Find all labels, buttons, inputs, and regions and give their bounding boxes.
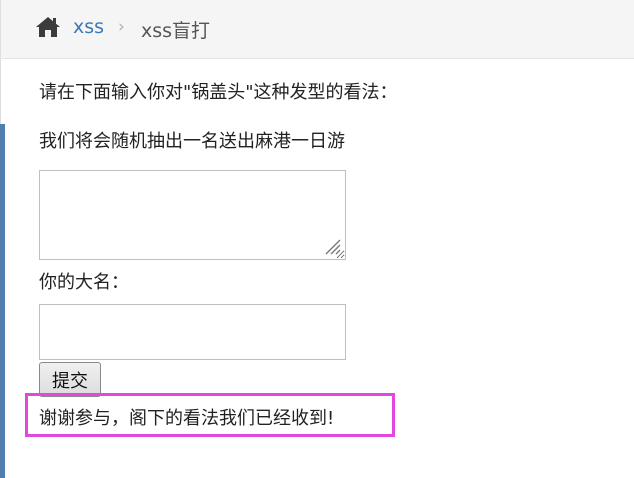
page: xss › xss盲打 请在下面输入你对"锅盖头"这种发型的看法： 我们将会随机…: [0, 0, 634, 478]
breadcrumb: xss › xss盲打: [0, 0, 634, 59]
content-accent-rule: [0, 124, 5, 478]
result-message: 谢谢参与，阁下的看法我们已经收到!: [39, 408, 335, 429]
name-input[interactable]: [39, 304, 346, 360]
home-icon[interactable]: [35, 15, 61, 39]
name-label: 你的大名：: [39, 272, 129, 293]
comment-textarea[interactable]: [39, 170, 346, 260]
question-text: 请在下面输入你对"锅盖头"这种发型的看法：: [39, 82, 398, 103]
breadcrumb-separator: ›: [118, 17, 125, 37]
breadcrumb-link-xss[interactable]: xss: [73, 16, 104, 38]
submit-button[interactable]: 提交: [39, 362, 101, 397]
prize-notice-text: 我们将会随机抽出一名送出麻港一日游: [39, 131, 345, 152]
breadcrumb-current-page: xss盲打: [141, 20, 211, 42]
